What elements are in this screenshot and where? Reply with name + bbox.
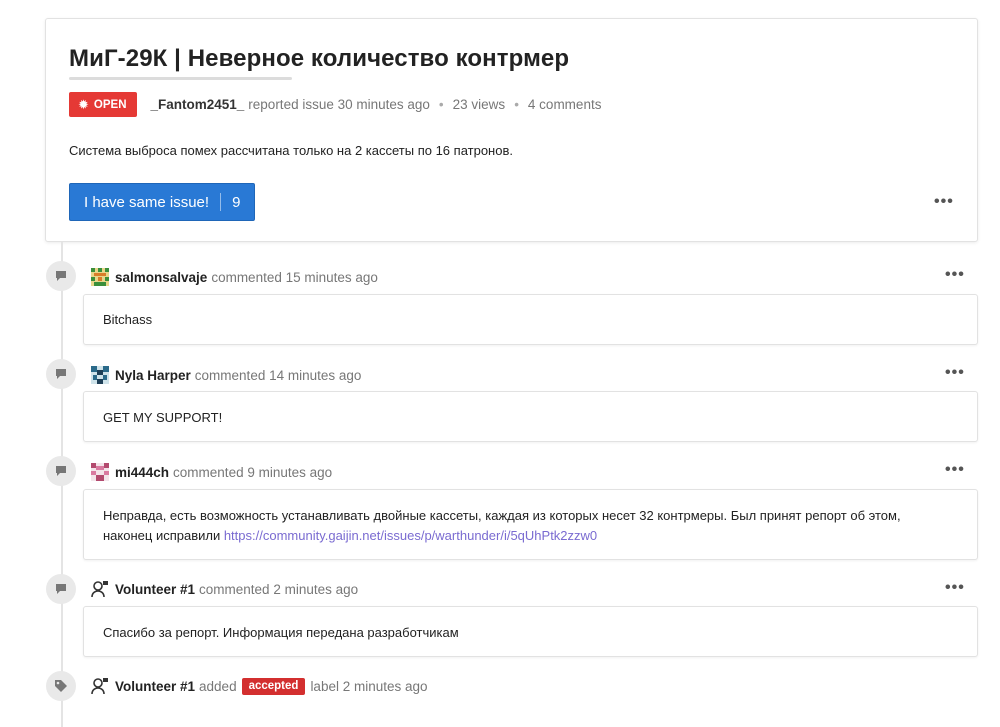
comment-author-link[interactable]: Nyla Harper bbox=[115, 368, 191, 383]
comment-text: GET MY SUPPORT! bbox=[103, 410, 223, 425]
comment-icon bbox=[46, 359, 76, 389]
avatar bbox=[91, 463, 109, 481]
comment-icon bbox=[46, 574, 76, 604]
comment-author-link[interactable]: Volunteer #1 bbox=[115, 582, 195, 597]
comment-header: salmonsalvaje commented 15 minutes ago bbox=[91, 268, 378, 286]
comment-text: Спасибо за репорт. Информация передана р… bbox=[103, 625, 459, 640]
avatar bbox=[91, 366, 109, 384]
label-event: Volunteer #1 added accepted label 2 minu… bbox=[91, 677, 428, 695]
event-action: added bbox=[199, 678, 237, 694]
comments-count: 4 comments bbox=[527, 97, 602, 112]
comment-body: Bitchass bbox=[83, 294, 978, 345]
tag-icon-wrap bbox=[46, 671, 76, 701]
comment-more-button[interactable]: ••• bbox=[945, 365, 965, 381]
comment-meta: commented 9 minutes ago bbox=[173, 464, 333, 480]
comment-meta: commented 2 minutes ago bbox=[199, 581, 359, 597]
volunteer-avatar bbox=[91, 581, 108, 598]
issue-more-button[interactable]: ••• bbox=[934, 194, 954, 210]
comment-meta: commented 15 minutes ago bbox=[211, 269, 378, 285]
reported-text: reported issue 30 minutes ago bbox=[248, 97, 430, 112]
same-issue-count: 9 bbox=[232, 193, 241, 211]
comment-text-prefix: наконец исправили bbox=[103, 528, 224, 543]
meta-separator: • bbox=[438, 97, 444, 112]
issue-author-link[interactable]: _Fantom2451_ bbox=[151, 97, 245, 112]
status-text: OPEN bbox=[93, 98, 127, 111]
comment-text: Bitchass bbox=[103, 312, 153, 327]
event-author-link[interactable]: Volunteer #1 bbox=[115, 679, 195, 694]
views-count: 23 views bbox=[452, 97, 506, 112]
issue-meta: ✹ OPEN _Fantom2451_ reported issue 30 mi… bbox=[69, 92, 601, 117]
accepted-label[interactable]: accepted bbox=[241, 677, 306, 695]
issue-card: МиГ-29К | Неверное количество контрмер ✹… bbox=[45, 18, 978, 242]
volunteer-avatar bbox=[91, 678, 108, 695]
comment-icon bbox=[46, 261, 76, 291]
event-suffix: label 2 minutes ago bbox=[310, 678, 428, 694]
comment-body: GET MY SUPPORT! bbox=[83, 391, 978, 442]
button-divider bbox=[220, 193, 222, 211]
comment-body: Спасибо за репорт. Информация передана р… bbox=[83, 606, 978, 657]
issue-title: МиГ-29К | Неверное количество контрмер bbox=[69, 45, 570, 72]
issue-link[interactable]: https://community.gaijin.net/issues/p/wa… bbox=[224, 528, 597, 543]
bug-icon: ✹ bbox=[78, 97, 89, 112]
comment-header: Nyla Harper commented 14 minutes ago bbox=[91, 366, 361, 384]
comment-text: Неправда, есть возможность устанавливать… bbox=[103, 508, 901, 523]
issue-description: Система выброса помех рассчитана только … bbox=[69, 143, 513, 158]
same-issue-label: I have same issue! bbox=[84, 193, 210, 211]
tag-icon bbox=[55, 680, 67, 692]
comment-more-button[interactable]: ••• bbox=[945, 580, 965, 596]
title-underline bbox=[69, 77, 292, 80]
comment-author-link[interactable]: mi444ch bbox=[115, 465, 169, 480]
comment-body: Неправда, есть возможность устанавливать… bbox=[83, 489, 978, 560]
comment-text-line2: наконец исправили https://community.gaij… bbox=[103, 526, 958, 546]
comment-header: Volunteer #1 commented 2 minutes ago bbox=[91, 580, 358, 598]
avatar bbox=[91, 268, 109, 286]
status-badge: ✹ OPEN bbox=[69, 92, 137, 117]
comment-more-button[interactable]: ••• bbox=[945, 462, 965, 478]
meta-separator: • bbox=[514, 97, 519, 112]
comment-author-link[interactable]: salmonsalvaje bbox=[115, 270, 207, 285]
comment-meta: commented 14 minutes ago bbox=[194, 367, 362, 383]
comment-icon bbox=[46, 456, 76, 486]
same-issue-button[interactable]: I have same issue! 9 bbox=[69, 183, 256, 221]
comment-more-button[interactable]: ••• bbox=[945, 267, 965, 283]
comment-header: mi444ch commented 9 minutes ago bbox=[91, 463, 332, 481]
